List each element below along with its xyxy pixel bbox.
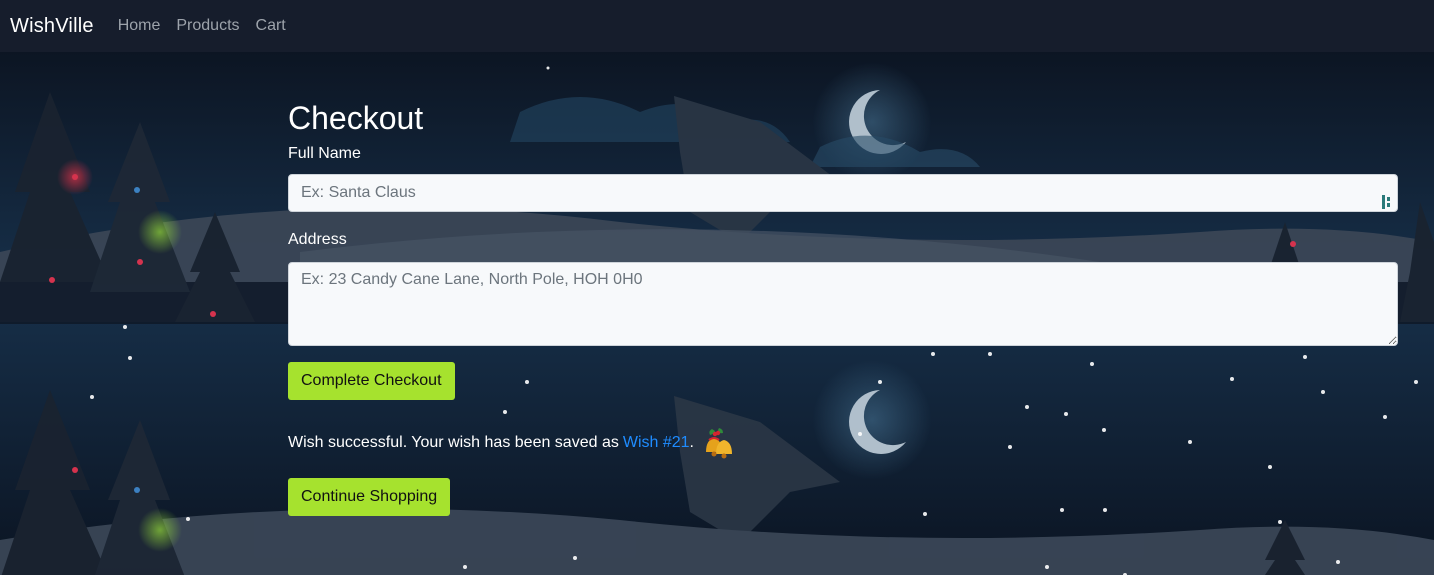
address-label: Address xyxy=(288,231,347,248)
christmas-bells-icon xyxy=(706,428,732,459)
status-suffix: . xyxy=(689,434,694,451)
nav-link-cart[interactable]: Cart xyxy=(256,17,286,35)
complete-checkout-button[interactable]: Complete Checkout xyxy=(288,362,455,400)
full-name-wrapper xyxy=(288,174,1398,212)
page-title: Checkout xyxy=(288,100,424,136)
nav-link-products[interactable]: Products xyxy=(176,17,239,35)
continue-shopping-button[interactable]: Continue Shopping xyxy=(288,478,451,516)
top-navbar: WishVille Home Products Cart xyxy=(0,0,1434,52)
full-name-input[interactable] xyxy=(288,174,1398,212)
checkout-form: Checkout Full Name Address Complete Chec… xyxy=(288,96,1398,516)
wish-link[interactable]: Wish #21 xyxy=(623,434,690,452)
full-name-label: Full Name xyxy=(288,145,361,162)
nav-link-home[interactable]: Home xyxy=(118,17,161,35)
autofill-icon[interactable] xyxy=(1382,195,1392,209)
status-text: Wish successful. Your wish has been save… xyxy=(288,434,619,451)
wish-status-message: Wish successful. Your wish has been save… xyxy=(288,426,1398,460)
address-textarea[interactable] xyxy=(288,262,1398,346)
brand-logo-link[interactable]: WishVille xyxy=(10,15,94,38)
